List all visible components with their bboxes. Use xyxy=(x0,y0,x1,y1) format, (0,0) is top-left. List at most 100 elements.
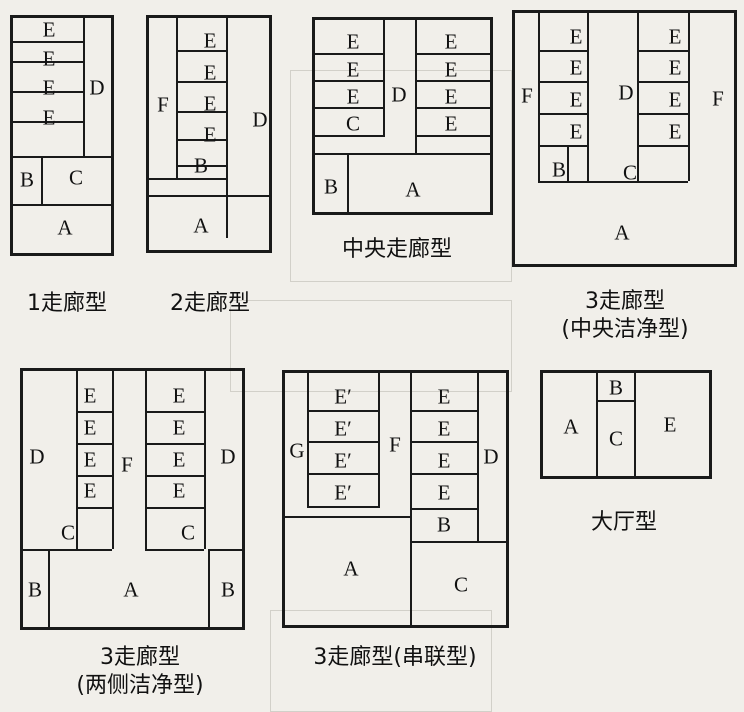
room-label-B: B xyxy=(19,167,35,192)
room-label-E: E xyxy=(569,119,583,144)
room-label-E: E xyxy=(437,448,451,473)
room-label-C: C xyxy=(608,426,624,451)
corridor-label-F: F xyxy=(521,83,533,108)
room-label-E: E xyxy=(172,415,186,440)
room-label-B: B xyxy=(436,512,452,537)
room-label-E: E xyxy=(346,84,360,109)
caption-triple-corridor-series: 3走廊型(串联型) xyxy=(313,645,477,670)
wall-vertical xyxy=(112,371,114,549)
room-label-A: A xyxy=(57,215,73,240)
caption-line-2: (两侧洁净型) xyxy=(76,672,204,698)
wall-vertical xyxy=(587,13,589,181)
room-label-E: E xyxy=(569,87,583,112)
plan-hall-type: A B C E xyxy=(540,370,712,479)
wall-vertical xyxy=(204,371,206,549)
room-label-C: C xyxy=(453,572,469,597)
wall-vertical xyxy=(596,373,598,476)
wall-horizontal xyxy=(176,81,226,83)
wall-horizontal xyxy=(410,541,506,543)
wall-horizontal xyxy=(145,475,204,477)
wall-horizontal xyxy=(145,507,204,509)
room-label-E: E xyxy=(444,111,458,136)
corridor-label-D: D xyxy=(89,75,105,100)
room-label-A: A xyxy=(563,414,579,439)
corridor-label-D: D xyxy=(391,82,407,107)
room-label-B: B xyxy=(608,375,624,400)
room-label-E: E xyxy=(346,29,360,54)
wall-horizontal xyxy=(76,475,112,477)
corridor-label-G: G xyxy=(289,438,305,463)
room-label-E: E xyxy=(444,57,458,82)
room-label-E: E xyxy=(83,415,97,440)
wall-vertical xyxy=(226,18,228,238)
wall-horizontal xyxy=(538,145,587,147)
room-label-E: E xyxy=(203,28,217,53)
wall-horizontal xyxy=(410,410,477,412)
plan-triple-corridor-central-clean: F E E E E D E E E E F B C A xyxy=(512,10,737,267)
room-label-E: E xyxy=(444,84,458,109)
room-label-C: C xyxy=(345,111,361,136)
room-label-E: E xyxy=(172,383,186,408)
wall-horizontal xyxy=(13,204,111,206)
caption-single-corridor: 1走廊型 xyxy=(27,291,107,316)
wall-horizontal xyxy=(637,113,688,115)
floor-plan-types-figure: E E E E D B C A 1走廊型 E E E E F D B A 2走廊… xyxy=(0,0,744,712)
wall-horizontal xyxy=(315,153,490,155)
wall-horizontal xyxy=(76,507,112,509)
room-label-E: E xyxy=(437,384,451,409)
wall-vertical xyxy=(567,145,569,181)
room-label-E: E xyxy=(83,383,97,408)
wall-horizontal xyxy=(13,156,111,158)
room-label-E: E xyxy=(172,447,186,472)
caption-line-1: 3走廊型 xyxy=(584,289,665,314)
wall-horizontal xyxy=(145,443,204,445)
wall-horizontal xyxy=(410,441,477,443)
wall-vertical xyxy=(176,18,178,178)
room-label-A: A xyxy=(123,577,139,602)
room-label-E: E xyxy=(42,75,56,100)
wall-horizontal xyxy=(637,145,688,147)
room-label-E: E xyxy=(42,17,56,42)
wall-vertical xyxy=(634,373,636,476)
wall-horizontal xyxy=(410,508,477,510)
corridor-label-D: D xyxy=(29,444,45,469)
wall-vertical xyxy=(637,13,639,181)
wall-horizontal xyxy=(307,441,378,443)
corridor-label-D: D xyxy=(220,444,236,469)
wall-horizontal xyxy=(145,411,204,413)
wall-vertical xyxy=(538,13,540,181)
room-label-E: E xyxy=(569,55,583,80)
room-label-E: E xyxy=(203,122,217,147)
room-label-E: E xyxy=(42,46,56,71)
room-label-A: A xyxy=(614,220,630,245)
room-label-B: B xyxy=(551,157,567,182)
wall-horizontal xyxy=(208,549,242,551)
room-label-C: C xyxy=(180,520,196,545)
room-label-E: E xyxy=(668,55,682,80)
wall-horizontal xyxy=(637,81,688,83)
room-label-E: E xyxy=(437,480,451,505)
wall-vertical xyxy=(477,373,479,543)
caption-line-2: (中央洁净型) xyxy=(561,316,689,342)
plan-triple-corridor-series: G E′ E′ E′ E′ F E E E E B D A C xyxy=(282,370,509,628)
wall-horizontal xyxy=(538,113,587,115)
wall-horizontal xyxy=(596,400,634,402)
wall-horizontal xyxy=(149,195,269,197)
plan-double-corridor: E E E E F D B A xyxy=(146,15,272,253)
room-label-B: B xyxy=(193,153,209,178)
wall-horizontal xyxy=(176,50,226,52)
room-label-E: E xyxy=(203,60,217,85)
wall-horizontal xyxy=(48,549,112,551)
plan-single-corridor: E E E E D B C A xyxy=(10,15,114,256)
room-label-E: E xyxy=(569,24,583,49)
wall-vertical xyxy=(41,156,43,206)
room-label-E: E xyxy=(83,447,97,472)
wall-horizontal xyxy=(176,111,226,113)
corridor-label-D: D xyxy=(618,80,634,105)
caption-triple-corridor-central-clean: 3走廊型 (中央洁净型) xyxy=(561,288,688,343)
room-label-E: E xyxy=(83,478,97,503)
wall-vertical xyxy=(383,20,385,137)
wall-horizontal xyxy=(410,473,477,475)
wall-horizontal xyxy=(538,81,587,83)
corridor-label-F: F xyxy=(389,432,401,457)
